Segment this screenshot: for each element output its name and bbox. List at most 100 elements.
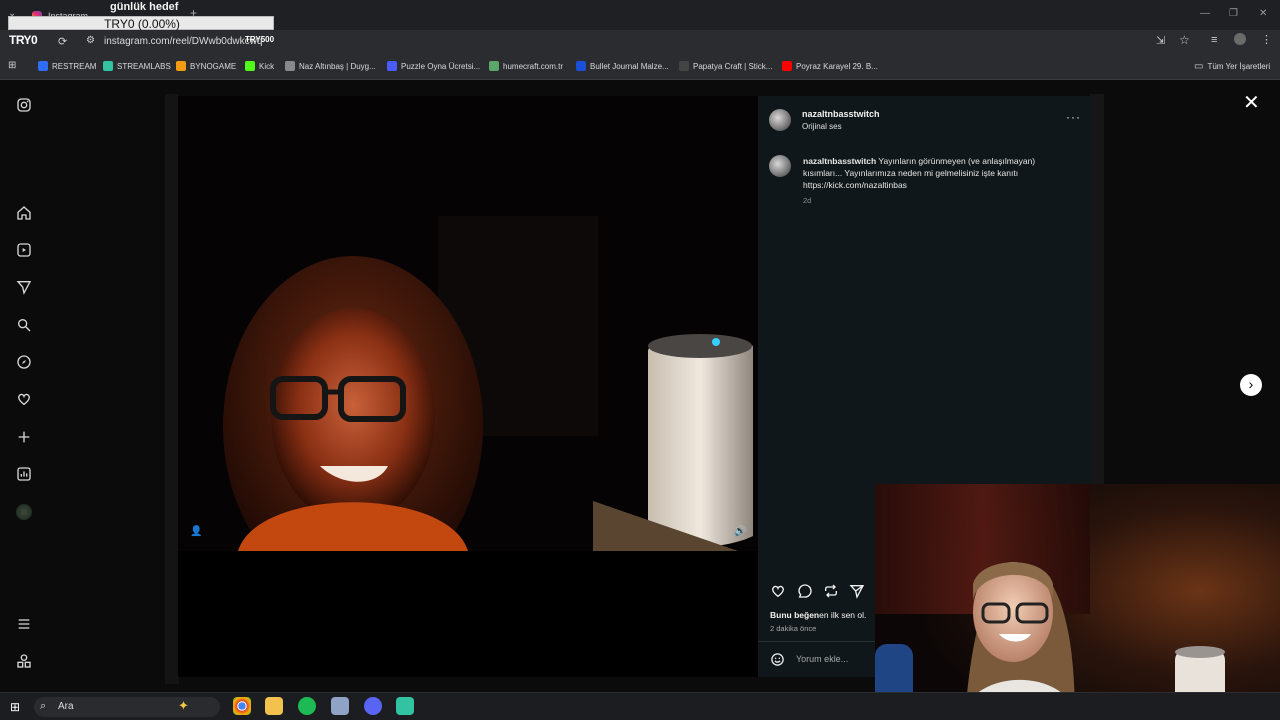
post-caption: nazaltnbasstwitch Yayınların görünmeyen … (803, 155, 1073, 191)
reload-icon[interactable]: ⟳ (58, 35, 67, 48)
streamer-webcam-overlay (875, 484, 1280, 720)
caption-username[interactable]: nazaltnbasstwitch (803, 156, 876, 166)
goal-target-label: TRY500 (245, 35, 275, 44)
dashboard-icon[interactable] (16, 466, 32, 482)
comment-input[interactable]: Yorum ekle... (796, 654, 848, 664)
caption-author-avatar[interactable] (769, 155, 791, 177)
bookmark-item[interactable]: STREAMLABS (103, 58, 171, 74)
media-control-icon[interactable]: ≡ (1211, 34, 1217, 46)
bookmark-label: Bullet Journal Malze... (590, 61, 669, 71)
post-author-username[interactable]: nazaltnbasstwitch (802, 109, 880, 119)
humecraft-icon (489, 61, 499, 71)
bookmark-item[interactable]: humecraft.com.tr (489, 58, 563, 74)
post-options-icon[interactable]: ··· (1066, 110, 1081, 124)
share-icon[interactable] (849, 583, 865, 599)
streamlabs-taskbar-icon[interactable] (396, 697, 414, 715)
bookmark-label: STREAMLABS (117, 61, 171, 71)
background-feed-right (1090, 94, 1104, 484)
apps-grid-icon[interactable]: ⊞ (8, 60, 16, 71)
likes-rest: en ilk sen ol. (819, 610, 867, 620)
create-plus-icon[interactable] (16, 429, 32, 445)
donation-goal-widget: günlük hedef TRY0 (0.00%) (8, 0, 276, 33)
url-field[interactable]: instagram.com/reel/DWwb0dwkcwq (104, 36, 262, 47)
streamlabs-icon (103, 61, 113, 71)
reels-icon[interactable] (16, 242, 32, 258)
explore-icon[interactable] (16, 354, 32, 370)
bookmark-star-icon[interactable]: ☆ (1179, 33, 1190, 47)
reel-video[interactable]: 👤 🔊 (178, 96, 758, 551)
puzzle-icon (387, 61, 397, 71)
globe-icon (285, 61, 295, 71)
more-menu-icon[interactable]: ⋮ (1261, 33, 1272, 46)
instagram-sidebar (0, 81, 48, 692)
restream-icon (38, 61, 48, 71)
bynogame-icon (176, 61, 186, 71)
bookmark-item[interactable]: Naz Altınbaş | Duyg... (285, 58, 376, 74)
messages-icon[interactable] (16, 279, 32, 295)
chrome-taskbar-icon[interactable] (233, 697, 251, 715)
all-bookmarks[interactable]: ▭ Tüm Yer İşaretleri (1194, 58, 1270, 74)
post-time-ago: 2 dakika önce (770, 624, 817, 633)
bookmark-label: humecraft.com.tr (503, 61, 564, 71)
bookmark-item[interactable]: BYNOGAME (176, 58, 236, 74)
bookmark-item[interactable]: Bullet Journal Malze... (576, 58, 669, 74)
install-app-icon[interactable]: ⇲ (1156, 34, 1165, 47)
youtube-icon (782, 61, 792, 71)
file-explorer-taskbar-icon[interactable] (265, 697, 283, 715)
reel-video-bottom (178, 551, 758, 677)
discord-taskbar-icon[interactable] (364, 697, 382, 715)
like-heart-icon[interactable] (770, 583, 786, 599)
close-window-icon[interactable]: ✕ (1259, 8, 1267, 19)
spotify-taskbar-icon[interactable] (298, 697, 316, 715)
app-gear-taskbar-icon[interactable] (331, 697, 349, 715)
folder-icon: ▭ (1194, 60, 1204, 72)
comment-icon[interactable] (797, 583, 813, 599)
site-info-icon[interactable]: ⚙ (86, 35, 95, 46)
search-icon[interactable] (16, 317, 32, 333)
emoji-icon[interactable] (770, 652, 785, 667)
profile-avatar[interactable] (1234, 33, 1246, 45)
next-reel-chevron-icon[interactable]: › (1240, 374, 1262, 396)
webcam-frame (875, 484, 1280, 720)
instagram-logo-icon[interactable] (16, 97, 32, 113)
notifications-heart-icon[interactable] (16, 391, 32, 407)
bookmark-item[interactable]: RESTREAM (38, 58, 96, 74)
volume-icon[interactable]: 🔊 (734, 526, 746, 537)
bookmark-label: Papatya Craft | Stick... (693, 61, 773, 71)
also-from-meta-icon[interactable] (16, 653, 32, 669)
background-feed-left (165, 94, 179, 684)
kick-icon (245, 61, 255, 71)
home-icon[interactable] (16, 205, 32, 221)
all-bookmarks-label: Tüm Yer İşaretleri (1207, 61, 1271, 71)
likes-bold: Bunu beğen (770, 610, 820, 620)
bookmark-label: BYNOGAME (190, 61, 237, 71)
bookmark-label: RESTREAM (52, 61, 97, 71)
bookmark-label: Kick (259, 61, 275, 71)
close-icon[interactable]: ✕ (1243, 90, 1260, 115)
windows-start-icon[interactable]: ⊞ (10, 700, 20, 714)
tagged-user-icon[interactable]: 👤 (190, 526, 202, 537)
bookmark-item[interactable]: Kick (245, 58, 274, 74)
goal-value: TRY0 (0.00%) (104, 17, 180, 31)
goal-start-label: TRY0 (9, 33, 38, 47)
bookmark-label: Poyraz Karayel 29. B... (796, 61, 878, 71)
minimize-icon[interactable]: — (1200, 8, 1210, 19)
bookmark-label: Puzzle Oyna Ücretsi... (401, 61, 481, 71)
taskbar-search-box[interactable]: ⌕ Ara ✦ (34, 697, 220, 717)
restore-icon[interactable]: ❐ (1229, 8, 1238, 19)
search-icon-taskbar: ⌕ (40, 700, 47, 712)
profile-avatar-icon[interactable] (16, 504, 32, 520)
bookmark-label: Naz Altınbaş | Duyg... (299, 61, 376, 71)
shopify-icon (576, 61, 586, 71)
bookmark-item[interactable]: Puzzle Oyna Ücretsi... (387, 58, 480, 74)
copilot-sparkle-icon: ✦ (178, 698, 189, 713)
goal-label: günlük hedef (110, 1, 179, 13)
post-author-avatar[interactable] (769, 109, 791, 131)
post-audio-label[interactable]: Orijinal ses (802, 122, 842, 131)
bookmark-item[interactable]: Papatya Craft | Stick... (679, 58, 772, 74)
bookmark-item[interactable]: Poyraz Karayel 29. B... (782, 58, 878, 74)
more-menu-hamburger-icon[interactable] (16, 616, 32, 632)
reel-video-frame (178, 96, 758, 551)
likes-text[interactable]: Bunu beğenen ilk sen ol. (770, 610, 866, 620)
repost-icon[interactable] (823, 583, 839, 599)
